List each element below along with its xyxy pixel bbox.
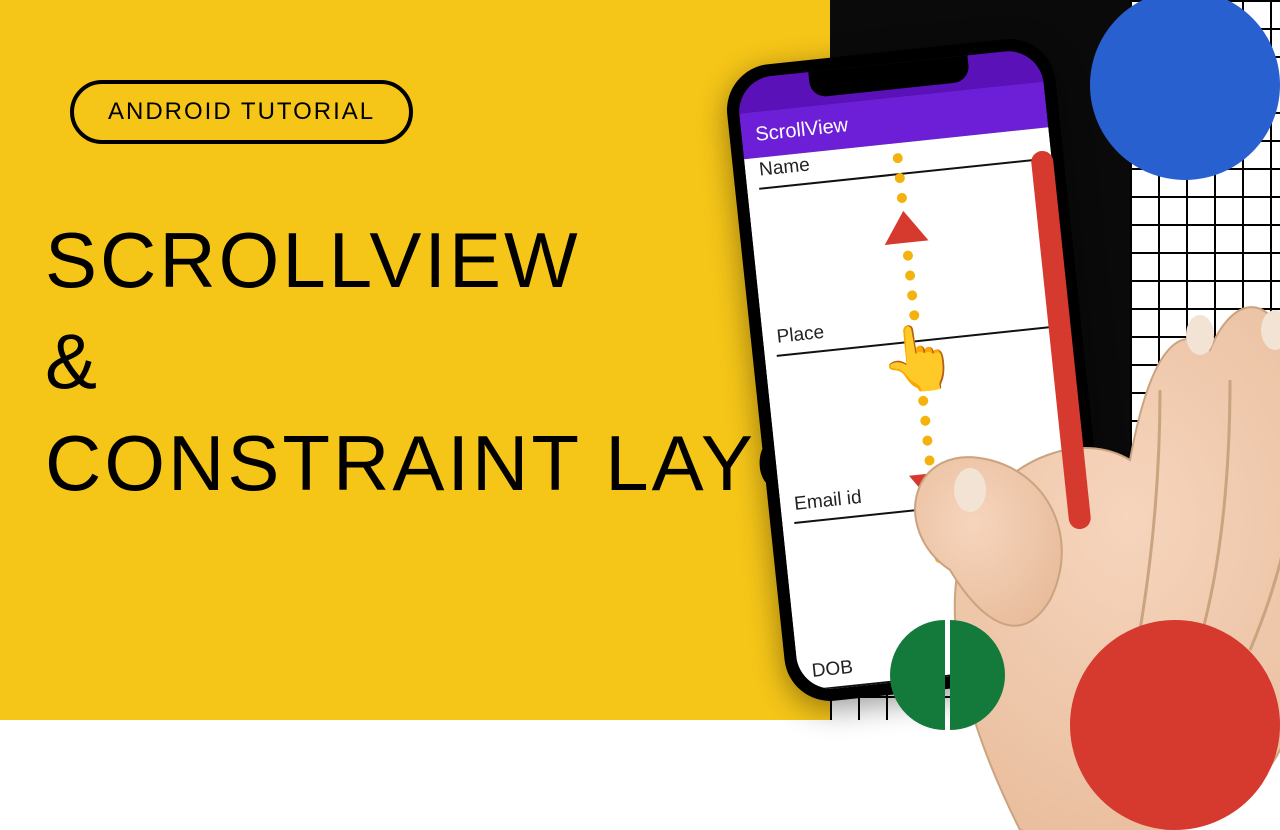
email-field-label: Email id (793, 487, 862, 515)
badge-label: ANDROID TUTORIAL (108, 98, 375, 125)
place-field-label: Place (776, 322, 825, 348)
phone-screen: ScrollView Name Place Email id DOB (736, 48, 1105, 693)
name-field-label: Name (758, 154, 811, 180)
app-bar-title: ScrollView (754, 114, 849, 147)
green-half-circles-shape (890, 620, 1010, 740)
tutorial-badge: ANDROID TUTORIAL (70, 80, 413, 144)
red-circle-shape (1070, 620, 1280, 830)
dob-field-label: DOB (811, 657, 854, 682)
